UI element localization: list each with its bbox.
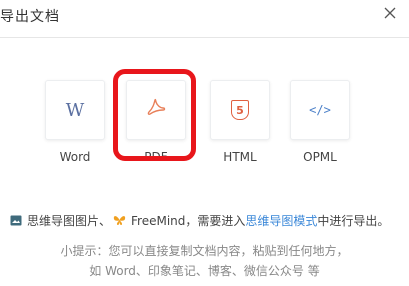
tip-line-2: 如 Word、印象笔记、博客、微信公众号 等 bbox=[89, 264, 320, 278]
html5-icon-text: 5 bbox=[236, 103, 244, 117]
dialog-title: 导出文档 bbox=[0, 9, 60, 25]
mindmap-export-note: 思维导图图片、 FreeMind ，需要进入 思维导图模式 中进行导出。 bbox=[10, 212, 389, 229]
html5-icon: 5 bbox=[231, 100, 249, 120]
export-opml-button[interactable]: </> OPML bbox=[290, 80, 350, 164]
word-card[interactable]: W bbox=[45, 80, 105, 140]
tip-line-1: 小提示：您可以直接复制文档内容，粘贴到任何地方， bbox=[60, 244, 349, 258]
tip: 小提示：您可以直接复制文档内容，粘贴到任何地方， 如 Word、印象笔记、博客、… bbox=[0, 241, 409, 281]
word-icon: W bbox=[65, 99, 85, 121]
word-label: Word bbox=[59, 150, 91, 164]
export-html-button[interactable]: 5 HTML bbox=[210, 80, 270, 164]
divider bbox=[0, 37, 409, 38]
opml-label: OPML bbox=[303, 150, 337, 164]
code-icon: </> bbox=[309, 103, 331, 117]
mindmap-note-text-2: FreeMind bbox=[131, 213, 186, 228]
html-card[interactable]: 5 bbox=[210, 80, 270, 140]
mindmap-note-text-4: 中进行导出。 bbox=[317, 214, 390, 228]
pdf-highlight-annotation bbox=[113, 69, 196, 161]
html-label: HTML bbox=[223, 150, 257, 164]
export-word-button[interactable]: W Word bbox=[45, 80, 105, 164]
butterfly-icon bbox=[113, 215, 126, 226]
opml-card[interactable]: </> bbox=[290, 80, 350, 140]
export-dialog: 导出文档 W Word PDF 5 HTML </> OPML 思维导图图片、 … bbox=[0, 0, 409, 286]
mindmap-note-text-3: ，需要进入 bbox=[185, 214, 246, 228]
image-icon bbox=[10, 215, 22, 226]
close-icon[interactable] bbox=[381, 4, 399, 22]
mindmap-note-text-1: 思维导图图片、 bbox=[27, 214, 112, 228]
mindmap-mode-link[interactable]: 思维导图模式 bbox=[245, 212, 317, 229]
